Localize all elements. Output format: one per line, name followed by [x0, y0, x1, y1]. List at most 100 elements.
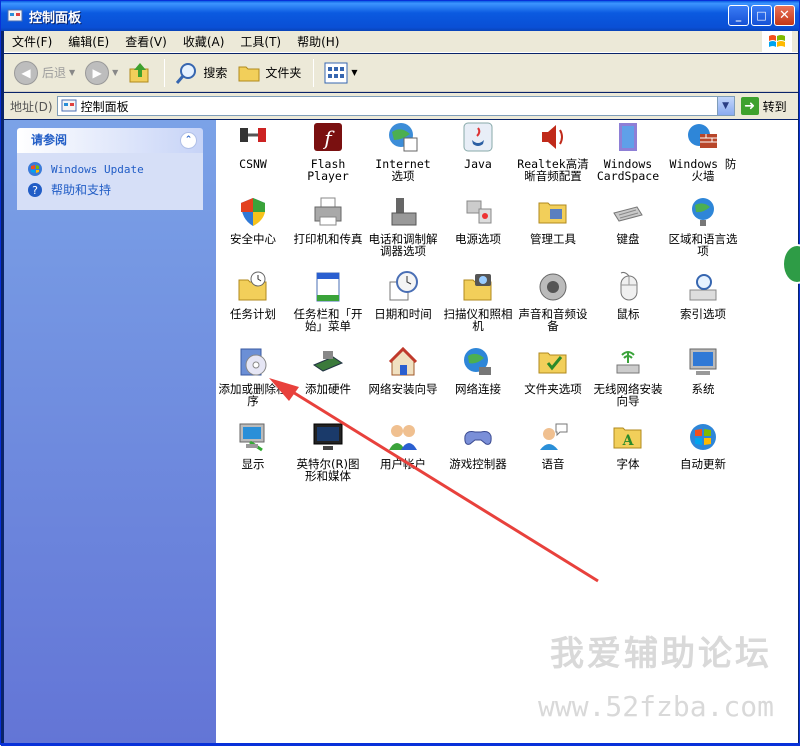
item-scanners-cameras[interactable]: 扫描仪和照相机	[442, 270, 514, 332]
item-scheduled-tasks[interactable]: 任务计划	[217, 270, 289, 320]
item-speech[interactable]: 语音	[517, 420, 589, 470]
firewall-icon	[688, 124, 717, 148]
folders-label: 文件夹	[265, 66, 302, 80]
power-plug-icon	[466, 200, 492, 224]
item-wireless-setup[interactable]: 无线网络安装向导	[592, 345, 664, 407]
item-security-center[interactable]: 安全中心	[217, 195, 289, 245]
close-button[interactable]: ✕	[774, 5, 795, 26]
address-input[interactable]: 控制面板 ▼	[56, 96, 735, 116]
minimize-button[interactable]: _	[728, 5, 749, 26]
floating-badge[interactable]	[782, 244, 800, 284]
menu-file[interactable]: 文件(F)	[4, 31, 60, 53]
watermark-url: www.52fzba.com	[537, 690, 774, 723]
item-game-controllers[interactable]: 游戏控制器	[442, 420, 514, 470]
item-automatic-updates[interactable]: 自动更新	[667, 420, 739, 470]
maximize-button[interactable]: □	[751, 5, 772, 26]
item-network-setup[interactable]: 网络安装向导	[367, 345, 439, 395]
item-region-language[interactable]: 区域和语言选项	[667, 195, 739, 257]
item-add-hardware[interactable]: 添加硬件	[292, 345, 364, 395]
auto-update-icon	[690, 424, 716, 450]
views-grid-icon	[324, 62, 348, 83]
windows-update-label: Windows Update	[51, 162, 144, 176]
network-globe-icon	[464, 348, 491, 375]
item-add-remove-programs[interactable]: 添加或删除程序	[217, 345, 289, 407]
menu-edit[interactable]: 编辑(E)	[60, 31, 117, 53]
item-csnw[interactable]: CSNW	[217, 120, 289, 170]
menu-help[interactable]: 帮助(H)	[289, 31, 347, 53]
item-date-time[interactable]: 日期和时间	[367, 270, 439, 320]
phone-icon	[391, 198, 417, 226]
back-dropdown-icon[interactable]: ▼	[69, 68, 75, 77]
item-intel-graphics[interactable]: 英特尔(R)图形和媒体	[292, 420, 364, 482]
keyboard-icon	[613, 206, 643, 222]
folders-button[interactable]: 文件夹	[233, 57, 305, 89]
item-java[interactable]: Java	[442, 120, 514, 170]
search-label: 搜索	[203, 66, 228, 80]
item-taskbar-startmenu[interactable]: 任务栏和「开始」菜单	[292, 270, 364, 332]
item-windows-cardspace[interactable]: Windows CardSpace	[592, 120, 664, 182]
speaker-icon	[542, 125, 563, 149]
item-flash-player[interactable]: f Flash Player	[292, 120, 364, 182]
up-button[interactable]	[124, 57, 156, 89]
windows-update-icon	[28, 162, 42, 176]
svg-text:?: ?	[32, 184, 38, 197]
computer-icon	[689, 348, 717, 375]
title-bar[interactable]: 控制面板 _ □ ✕	[1, 1, 799, 31]
item-user-accounts[interactable]: 用户帐户	[367, 420, 439, 470]
menu-view[interactable]: 查看(V)	[117, 31, 175, 53]
item-admin-tools[interactable]: 管理工具	[517, 195, 589, 245]
users-icon	[389, 425, 417, 450]
magnifier-drive-icon	[689, 274, 717, 301]
menu-tools[interactable]: 工具(T)	[232, 31, 289, 53]
item-realtek-audio[interactable]: Realtek高清晰音频配置	[517, 120, 589, 182]
menu-favorites[interactable]: 收藏(A)	[175, 31, 233, 53]
folder-up-icon	[129, 62, 149, 82]
item-keyboard[interactable]: 键盘	[592, 195, 664, 245]
hardware-board-icon	[312, 351, 344, 372]
item-mouse[interactable]: 鼠标	[592, 270, 664, 320]
address-label: 地址(D)	[10, 99, 53, 114]
views-dropdown-icon[interactable]: ▼	[351, 68, 357, 77]
toolbar-separator	[313, 58, 315, 87]
item-sound-audio[interactable]: 声音和音频设备	[517, 270, 589, 332]
item-display[interactable]: 显示	[217, 420, 289, 470]
back-button[interactable]: ◀ 后退 ▼	[10, 57, 79, 89]
see-also-header[interactable]: 请参阅 ⌃	[17, 128, 203, 153]
intel-monitor-icon	[313, 423, 343, 450]
task-pane: 请参阅 ⌃ Windows Update ? 帮助和支持	[4, 120, 216, 743]
see-also-title: 请参阅	[31, 133, 68, 147]
windows-update-link[interactable]: Windows Update	[27, 161, 193, 177]
forward-button[interactable]: ▶ ▼	[81, 57, 122, 89]
flash-icon: f	[314, 123, 342, 151]
item-printers-faxes[interactable]: 打印机和传真	[292, 195, 364, 245]
forward-dropdown-icon[interactable]: ▼	[112, 68, 118, 77]
globe-icon	[389, 123, 418, 152]
gamepad-icon	[464, 431, 492, 445]
collapse-chevron-icon[interactable]: ⌃	[180, 132, 197, 149]
item-windows-firewall[interactable]: Windows 防火墙	[667, 120, 739, 182]
item-system[interactable]: 系统	[667, 345, 739, 395]
views-button[interactable]: ▼	[320, 57, 361, 89]
item-indexing-options[interactable]: 索引选项	[667, 270, 739, 320]
globe-stand-icon	[692, 198, 714, 226]
address-value: 控制面板	[80, 99, 129, 114]
item-fonts[interactable]: A 字体	[592, 420, 664, 470]
display-icon	[239, 423, 265, 452]
go-button[interactable]: ➜ 转到	[740, 97, 787, 115]
item-internet-options[interactable]: Internet 选项	[367, 120, 439, 182]
cd-box-icon	[240, 348, 267, 376]
admin-tools-icon	[538, 202, 567, 224]
search-icon	[176, 62, 197, 84]
address-dropdown-icon[interactable]: ▼	[716, 97, 734, 115]
shield-icon	[241, 198, 265, 226]
search-button[interactable]: 搜索	[171, 57, 231, 89]
item-phone-modem[interactable]: 电话和调制解调器选项	[367, 195, 439, 257]
help-support-link[interactable]: ? 帮助和支持	[27, 181, 193, 198]
menu-bar: 文件(F) 编辑(E) 查看(V) 收藏(A) 工具(T) 帮助(H)	[4, 31, 798, 53]
item-folder-options[interactable]: 文件夹选项	[517, 345, 589, 395]
item-network-connections[interactable]: 网络连接	[442, 345, 514, 395]
folder-check-icon	[538, 352, 567, 374]
clock-calendar-icon	[389, 271, 418, 301]
folder-icon	[238, 66, 260, 81]
item-power-options[interactable]: 电源选项	[442, 195, 514, 245]
